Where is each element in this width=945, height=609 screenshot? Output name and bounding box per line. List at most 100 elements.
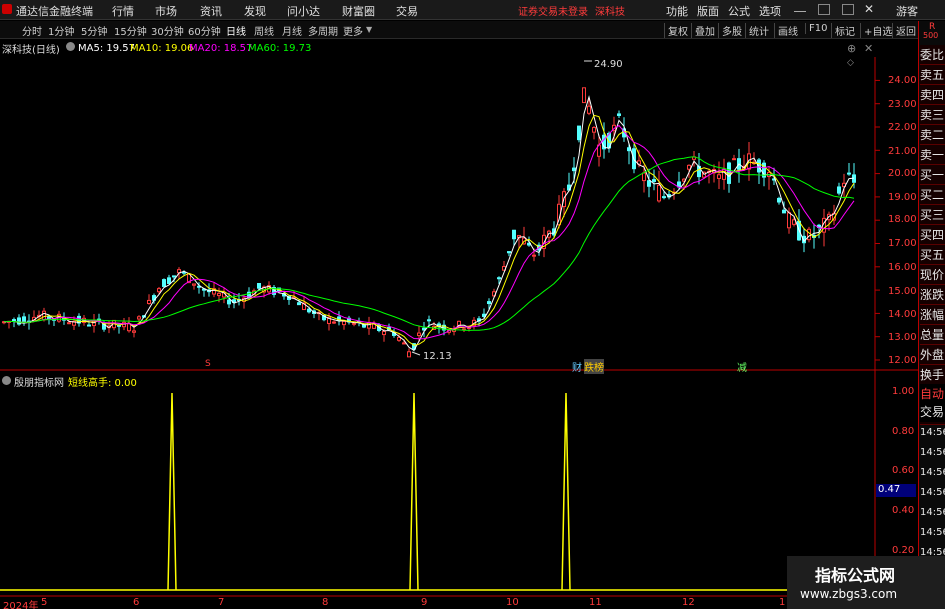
signal-spike xyxy=(561,392,571,591)
quote-item[interactable]: 现价 xyxy=(920,265,945,285)
event-mark-s[interactable]: S xyxy=(205,359,211,369)
y-tick: 23.00 xyxy=(888,99,917,110)
ma-line-ma10 xyxy=(3,114,855,346)
event-mark-jian[interactable]: 减 xyxy=(737,359,747,374)
indicator-settings-icon[interactable] xyxy=(2,376,11,385)
ind-y-tick: 0.60 xyxy=(892,465,915,476)
candle-body xyxy=(657,184,661,202)
candle-body xyxy=(587,105,591,114)
y-tick: 22.00 xyxy=(888,122,917,133)
candle-body xyxy=(487,301,491,305)
quote-item[interactable]: 买五 xyxy=(920,245,945,265)
candle-body xyxy=(132,330,136,333)
ma-line-ma20 xyxy=(3,124,855,340)
quote-item[interactable]: 涨幅 xyxy=(920,305,945,325)
candle-body xyxy=(782,209,786,214)
quote-item[interactable]: 买一 xyxy=(920,165,945,185)
quote-item[interactable]: 总量 xyxy=(920,325,945,345)
indicator-title[interactable]: 殷朋指标网 xyxy=(14,374,64,389)
candle-body xyxy=(67,322,71,325)
candles-layer xyxy=(2,87,856,358)
indicator-layer xyxy=(0,392,875,591)
event-mark-diebang[interactable]: 跌榜 xyxy=(584,359,604,374)
x-tick: 1 xyxy=(779,597,786,608)
trade-time: 14:56 xyxy=(920,507,945,518)
candle-body xyxy=(837,186,841,194)
quote-item[interactable]: 外盘 xyxy=(920,345,945,365)
y-tick: 15.00 xyxy=(888,286,917,297)
candle-body xyxy=(167,277,171,284)
candle-body xyxy=(642,172,646,182)
quote-item[interactable]: 买三 xyxy=(920,205,945,225)
x-tick: 10 xyxy=(506,597,519,608)
x-tick: 11 xyxy=(589,597,602,608)
x-tick: 9 xyxy=(421,597,428,608)
candle-body xyxy=(662,196,666,199)
quote-item[interactable]: 卖三 xyxy=(920,105,945,125)
candle-body xyxy=(497,277,501,280)
candle-body xyxy=(592,127,596,133)
candle-body xyxy=(257,283,261,289)
x-tick: 2024年 xyxy=(3,601,39,609)
extreme-marker xyxy=(411,351,421,356)
candle-body xyxy=(647,180,651,187)
y-tick: 16.00 xyxy=(888,262,917,273)
quote-panel: R 500 委比 卖五 卖四 卖三 卖二 卖一 买一 买二 买三 买四 买五 现价 涨跌 涨幅 总量 外盘 换手… xyxy=(918,21,945,609)
ind-y-tick: 1.00 xyxy=(892,386,915,397)
candle-body xyxy=(732,158,736,161)
ind-y-tick: 0.40 xyxy=(892,505,915,516)
quote-item[interactable]: 涨跌 xyxy=(920,285,945,305)
y-tick: 13.00 xyxy=(888,332,917,343)
trade-time: 14:56 xyxy=(920,467,945,478)
candle-body xyxy=(572,167,576,172)
quote-item[interactable]: 卖四 xyxy=(920,85,945,105)
x-tick: 5 xyxy=(41,597,48,608)
quote-item[interactable]: 委比 xyxy=(920,45,945,65)
x-tick: 12 xyxy=(682,597,695,608)
watermark-title: 指标公式网 xyxy=(815,566,896,585)
quote-item[interactable]: 卖一 xyxy=(920,145,945,165)
candle-body xyxy=(532,254,536,257)
candle-body xyxy=(227,299,231,305)
price-chart[interactable] xyxy=(0,0,945,609)
signal-spike xyxy=(167,392,177,591)
x-tick: 7 xyxy=(218,597,225,608)
trade-time: 14:56 xyxy=(920,527,945,538)
x-tick: 8 xyxy=(322,597,329,608)
indicator-current-value: 0.47 xyxy=(876,484,916,497)
candle-body xyxy=(652,179,656,182)
ma-line-ma5 xyxy=(3,95,855,352)
event-mark-cai[interactable]: 财 xyxy=(572,359,582,374)
candle-body xyxy=(617,113,621,116)
quote-item[interactable]: 卖二 xyxy=(920,125,945,145)
candle-body xyxy=(417,332,421,337)
candle-body xyxy=(382,330,386,336)
y-tick: 19.00 xyxy=(888,192,917,203)
trade-time: 14:56 xyxy=(920,487,945,498)
auto-trade-label[interactable]: 自动 xyxy=(920,384,945,404)
candle-body xyxy=(22,316,26,323)
y-tick: 18.00 xyxy=(888,214,917,225)
candle-body xyxy=(402,342,406,345)
signal-spike xyxy=(409,392,419,591)
candle-body xyxy=(847,172,851,175)
candle-body xyxy=(147,299,151,305)
candle-body xyxy=(137,316,141,320)
candle-body xyxy=(512,229,516,240)
x-tick: 6 xyxy=(133,597,140,608)
quote-item[interactable]: 卖五 xyxy=(920,65,945,85)
ind-y-tick: 0.80 xyxy=(892,426,915,437)
indicator-value-label: 短线高手: 0.00 xyxy=(68,378,137,389)
y-tick: 24.00 xyxy=(888,75,917,86)
candle-body xyxy=(577,125,581,141)
quote-item[interactable]: 换手 xyxy=(920,365,945,385)
candle-body xyxy=(777,197,781,203)
quote-item[interactable]: 买二 xyxy=(920,185,945,205)
trade-label[interactable]: 交易 xyxy=(920,402,945,422)
candle-body xyxy=(687,164,691,170)
quote-item[interactable]: 买四 xyxy=(920,225,945,245)
low-price-label: 12.13 xyxy=(423,351,452,362)
candle-body xyxy=(87,324,91,327)
y-tick: 17.00 xyxy=(888,238,917,249)
candle-body xyxy=(367,321,371,329)
